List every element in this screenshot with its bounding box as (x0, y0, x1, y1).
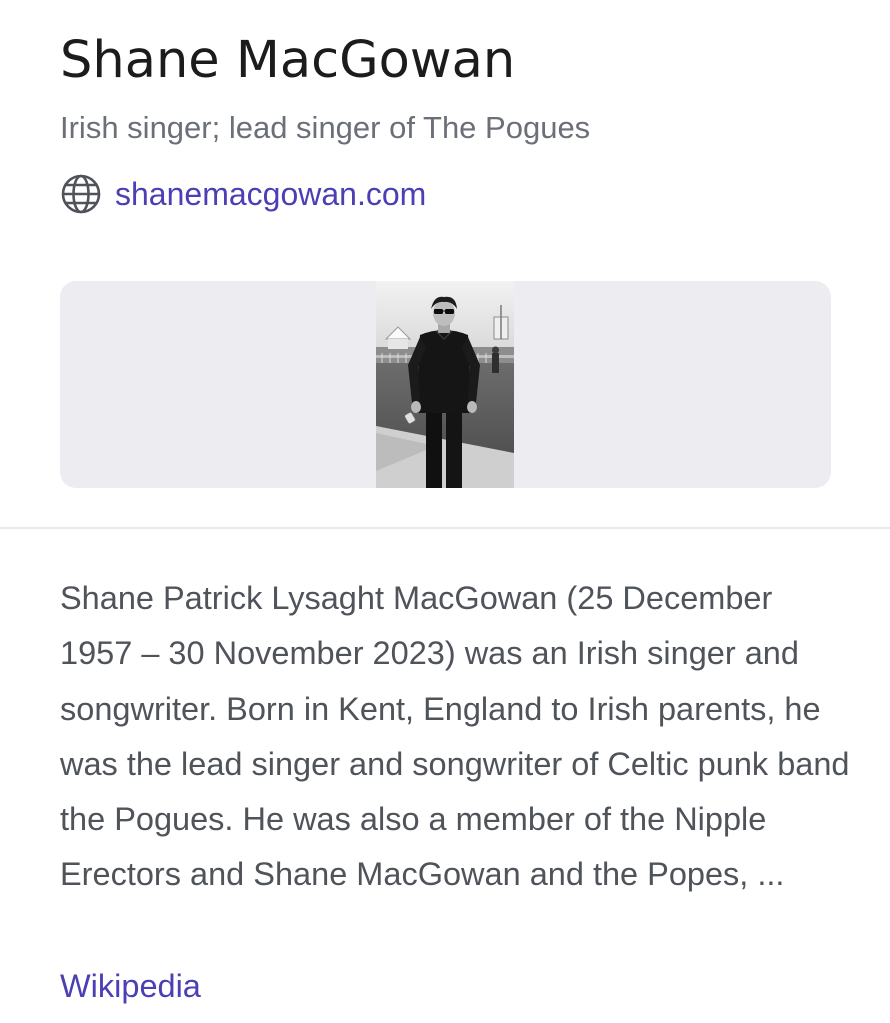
portrait-photo[interactable] (376, 281, 514, 488)
website-link[interactable]: shanemacgowan.com (115, 172, 426, 216)
section-divider (0, 527, 890, 529)
entity-subtitle: Irish singer; lead singer of The Pogues (60, 110, 591, 145)
website-row[interactable]: shanemacgowan.com (60, 172, 426, 216)
entity-title: Shane MacGowan (60, 31, 516, 90)
wikipedia-link[interactable]: Wikipedia (60, 962, 201, 1010)
image-panel (60, 281, 831, 488)
globe-icon (61, 174, 101, 214)
description-text: Shane Patrick Lysaght MacGowan (25 Decem… (60, 580, 850, 893)
